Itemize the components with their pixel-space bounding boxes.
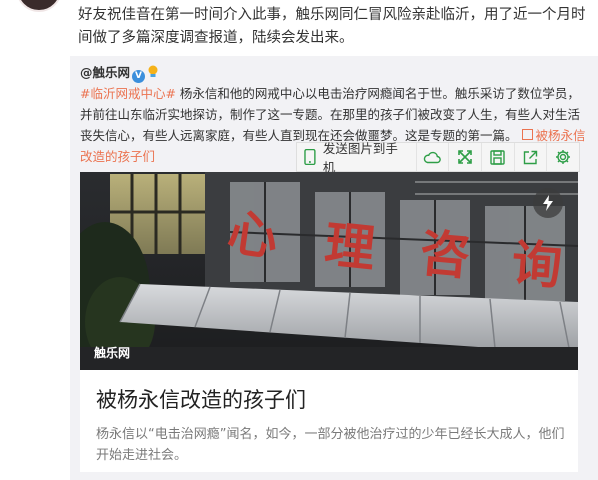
sign-char-3: 咨 (417, 224, 472, 286)
article-card[interactable]: 心 理 咨 询 触乐网 被杨永信改造的孩子们 杨永信以“电击治网瘾”闻名，如今，… (80, 172, 578, 472)
send-to-phone-button[interactable]: 发送图片到手机 (297, 141, 417, 175)
lightning-icon (543, 195, 553, 211)
post-text: 好友祝佳音在第一时间介入此事，触乐网同仁冒风险亲赴临沂，用了近一个月时间做了多篇… (78, 7, 586, 46)
expand-button[interactable] (449, 143, 482, 171)
expand-icon (458, 150, 472, 164)
settings-icon (556, 150, 571, 164)
save-icon (490, 149, 505, 165)
article-title[interactable]: 被杨永信改造的孩子们 (96, 384, 306, 414)
image-toolbar: 发送图片到手机 (296, 141, 580, 175)
article-cover-image[interactable]: 心 理 咨 询 触乐网 (80, 172, 578, 370)
cloud-icon (424, 151, 442, 164)
send-to-phone-label: 发送图片到手机 (322, 141, 398, 175)
verified-badge-icon: V (132, 70, 146, 83)
sign-char-4: 询 (510, 234, 564, 295)
sign-char-1: 心 (224, 203, 282, 267)
cloud-button[interactable] (417, 143, 450, 171)
sign-char-2: 理 (322, 216, 378, 279)
hashtag-link[interactable]: #临沂网戒中心# (80, 86, 176, 101)
save-button[interactable] (482, 143, 515, 171)
share-button[interactable] (515, 143, 548, 171)
share-icon (523, 150, 538, 164)
settings-button[interactable] (547, 143, 579, 171)
image-watermark: 触乐网 (94, 346, 131, 360)
repost-author-link[interactable]: @触乐网 (80, 65, 130, 80)
building-photo: 心 理 咨 询 (80, 172, 578, 370)
avatar[interactable] (16, 0, 62, 12)
quick-action-button[interactable] (533, 188, 563, 218)
lightbulb-icon (148, 65, 158, 77)
link-icon (521, 129, 533, 140)
phone-icon (304, 149, 316, 165)
article-description: 杨永信以“电击治网瘾”闻名，如今，一部分被他治疗过的少年已经长大成人，他们开始走… (96, 427, 565, 463)
